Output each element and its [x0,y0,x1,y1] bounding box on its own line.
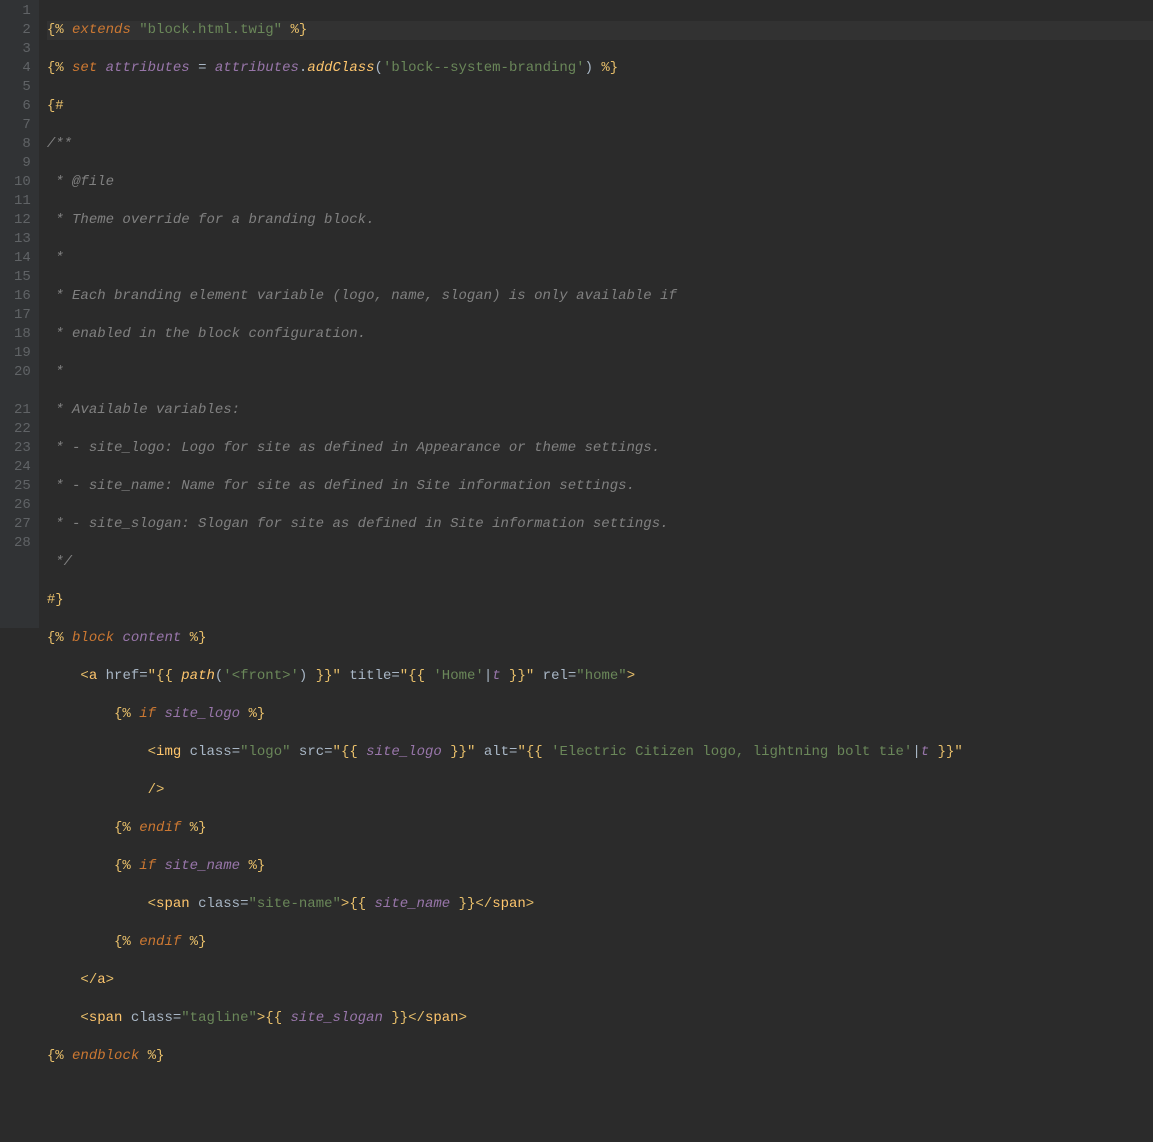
line-number: 6 [14,97,31,116]
code-line[interactable]: {% if site_logo %} [47,705,1153,724]
line-number: 10 [14,173,31,192]
code-line[interactable]: * - site_name: Name for site as defined … [47,477,1153,496]
line-number: 20 [14,363,31,382]
code-line[interactable]: * Each branding element variable (logo, … [47,287,1153,306]
line-number: 9 [14,154,31,173]
line-number: 15 [14,268,31,287]
line-number: 1 [14,2,31,21]
code-line[interactable]: {% endif %} [47,819,1153,838]
code-line[interactable]: <a href="{{ path('<front>') }}" title="{… [47,667,1153,686]
code-line[interactable]: * - site_slogan: Slogan for site as defi… [47,515,1153,534]
line-number: 19 [14,344,31,363]
line-number: 13 [14,230,31,249]
line-number: 8 [14,135,31,154]
line-number-gutter: 1 2 3 4 5 6 7 8 9 10 11 12 13 14 15 16 1… [0,0,39,628]
code-line[interactable]: {# [47,97,1153,116]
line-number: 27 [14,515,31,534]
line-number: 18 [14,325,31,344]
line-number: 26 [14,496,31,515]
code-line[interactable]: {% endblock %} [47,1047,1153,1066]
code-line[interactable]: */ [47,553,1153,572]
line-number: 21 [14,382,31,420]
line-number: 2 [14,21,31,40]
line-number: 12 [14,211,31,230]
code-line[interactable]: /> [47,781,1153,800]
code-line[interactable]: {% set attributes = attributes.addClass(… [47,59,1153,78]
code-line[interactable]: {% block content %} [47,629,1153,648]
line-number: 24 [14,458,31,477]
code-line[interactable] [47,1085,1153,1104]
code-line[interactable]: #} [47,591,1153,610]
code-line[interactable]: * enabled in the block configuration. [47,325,1153,344]
code-line[interactable]: * @file [47,173,1153,192]
code-area[interactable]: {% extends "block.html.twig" %} {% set a… [39,0,1153,628]
line-number: 3 [14,40,31,59]
code-line[interactable]: <span class="site-name">{{ site_name }}<… [47,895,1153,914]
code-line[interactable]: /** [47,135,1153,154]
code-line[interactable]: * Available variables: [47,401,1153,420]
code-line[interactable]: * [47,249,1153,268]
code-line[interactable]: <img class="logo" src="{{ site_logo }}" … [47,743,1153,762]
code-line[interactable]: </a> [47,971,1153,990]
code-line[interactable]: * Theme override for a branding block. [47,211,1153,230]
code-line[interactable]: <span class="tagline">{{ site_slogan }}<… [47,1009,1153,1028]
code-line[interactable]: * [47,363,1153,382]
line-number: 23 [14,439,31,458]
line-number: 14 [14,249,31,268]
line-number: 16 [14,287,31,306]
line-number: 17 [14,306,31,325]
code-editor[interactable]: 1 2 3 4 5 6 7 8 9 10 11 12 13 14 15 16 1… [0,0,1153,628]
code-line[interactable]: * - site_logo: Logo for site as defined … [47,439,1153,458]
line-number: 11 [14,192,31,211]
code-line[interactable]: {% extends "block.html.twig" %} [47,21,1153,40]
line-number: 4 [14,59,31,78]
line-number: 22 [14,420,31,439]
line-number: 25 [14,477,31,496]
line-number: 5 [14,78,31,97]
code-line[interactable]: {% endif %} [47,933,1153,952]
line-number: 7 [14,116,31,135]
line-number: 28 [14,534,31,553]
code-line[interactable]: {% if site_name %} [47,857,1153,876]
